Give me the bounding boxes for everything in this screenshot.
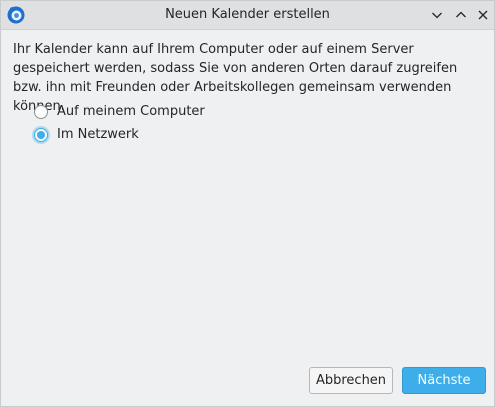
title-bar[interactable]: Neuen Kalender erstellen	[1, 1, 494, 30]
next-button[interactable]: Nächste	[402, 367, 486, 394]
window-title: Neuen Kalender erstellen	[165, 7, 330, 22]
radio-label-network[interactable]: Im Netzwerk	[57, 127, 139, 142]
radio-label-computer[interactable]: Auf meinem Computer	[57, 104, 205, 119]
chevron-down-icon[interactable]	[428, 6, 446, 24]
dialog-window: Neuen Kalender erstellen Ihr Kalender ka…	[0, 0, 495, 407]
radio-option-network[interactable]: Im Netzwerk	[34, 125, 205, 144]
cancel-button[interactable]: Abbrechen	[309, 367, 393, 394]
radio-button-computer[interactable]	[34, 104, 48, 119]
radio-option-computer[interactable]: Auf meinem Computer	[34, 102, 205, 121]
radio-button-network[interactable]	[34, 127, 48, 142]
chevron-up-icon[interactable]	[452, 6, 470, 24]
location-radio-group: Auf meinem Computer Im Netzwerk	[34, 102, 205, 148]
close-icon[interactable]	[474, 6, 492, 24]
